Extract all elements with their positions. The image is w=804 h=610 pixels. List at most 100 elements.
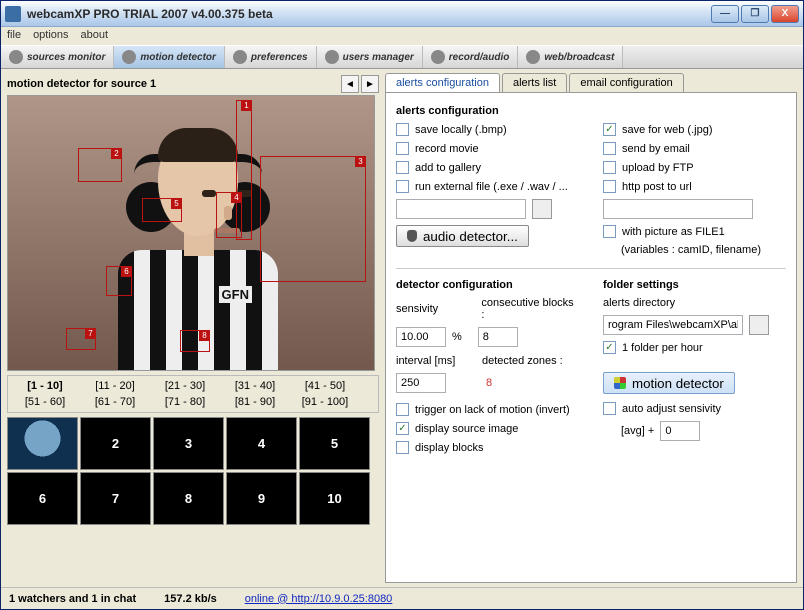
range-option[interactable]: [11 - 20] (80, 378, 150, 394)
maximize-button[interactable]: ❐ (741, 5, 769, 23)
chk-with-picture[interactable] (603, 225, 616, 238)
chk-display-source[interactable]: ✓ (396, 422, 409, 435)
avg-input[interactable] (660, 421, 700, 441)
chk-folder-per-hour[interactable]: ✓ (603, 341, 616, 354)
zone-number: 7 (85, 328, 96, 339)
tab-email-config[interactable]: email configuration (569, 73, 683, 92)
detection-zone[interactable]: 5 (142, 198, 182, 222)
chk-save-web[interactable]: ✓ (603, 123, 616, 136)
prev-source-button[interactable]: ◄ (341, 75, 359, 93)
detected-zones-value: 8 (486, 377, 492, 389)
app-window: webcamXP PRO TRIAL 2007 v4.00.375 beta —… (0, 0, 804, 610)
detection-zone[interactable]: 4 (216, 192, 242, 238)
right-pane: alerts configuration alerts list email c… (385, 73, 797, 583)
thumbnail[interactable]: 4 (226, 417, 297, 470)
thumbnail[interactable]: 5 (299, 417, 370, 470)
motion-detector-button[interactable]: motion detector (603, 372, 735, 394)
toolbar: sources monitor motion detector preferen… (1, 45, 803, 69)
chk-auto-adjust[interactable] (603, 402, 616, 415)
chk-display-blocks[interactable] (396, 441, 409, 454)
audio-detector-button[interactable]: audio detector... (396, 225, 529, 247)
chk-upload-ftp[interactable] (603, 161, 616, 174)
browse-dir-button[interactable] (749, 315, 769, 335)
close-button[interactable]: X (771, 5, 799, 23)
gear-icon (233, 50, 247, 64)
interval-input[interactable] (396, 373, 446, 393)
monitor-icon (9, 50, 23, 64)
tool-motion[interactable]: motion detector (114, 46, 225, 68)
motion-icon (122, 50, 136, 64)
thumbnail[interactable]: 8 (153, 472, 224, 525)
tool-sources[interactable]: sources monitor (1, 46, 114, 68)
chk-http-post[interactable] (603, 180, 616, 193)
shirt-text: GFN (219, 286, 252, 303)
alerts-heading: alerts configuration (396, 105, 786, 117)
chk-add-gallery[interactable] (396, 161, 409, 174)
tab-alerts-config[interactable]: alerts configuration (385, 73, 500, 92)
detection-zone[interactable]: 2 (78, 148, 122, 182)
detector-heading: detector configuration (396, 279, 579, 291)
range-option[interactable]: [31 - 40] (220, 378, 290, 394)
menu-file[interactable]: file (7, 29, 21, 43)
consecutive-blocks-input[interactable] (478, 327, 518, 347)
tabs: alerts configuration alerts list email c… (385, 73, 797, 93)
ext-file-input[interactable] (396, 199, 526, 219)
zone-number: 3 (355, 156, 366, 167)
range-option[interactable]: [61 - 70] (80, 394, 150, 410)
tab-alerts-list[interactable]: alerts list (502, 73, 567, 92)
tool-web[interactable]: web/broadcast (518, 46, 623, 68)
window-title: webcamXP PRO TRIAL 2007 v4.00.375 beta (27, 7, 709, 21)
range-option[interactable]: [21 - 30] (150, 378, 220, 394)
titlebar: webcamXP PRO TRIAL 2007 v4.00.375 beta —… (1, 1, 803, 27)
range-option[interactable]: [1 - 10] (10, 378, 80, 394)
users-icon (325, 50, 339, 64)
range-option[interactable]: [91 - 100] (290, 394, 360, 410)
chk-save-local[interactable] (396, 123, 409, 136)
thumbnail[interactable]: 9 (226, 472, 297, 525)
chk-record-movie[interactable] (396, 142, 409, 155)
thumbnail[interactable]: 7 (80, 472, 151, 525)
http-url-input[interactable] (603, 199, 753, 219)
tool-users[interactable]: users manager (317, 46, 423, 68)
range-option[interactable]: [51 - 60] (10, 394, 80, 410)
detection-zone[interactable]: 6 (106, 266, 132, 296)
thumbnail[interactable]: 6 (7, 472, 78, 525)
menu-about[interactable]: about (81, 29, 109, 43)
app-icon (5, 6, 21, 22)
record-icon (431, 50, 445, 64)
status-bar: 1 watchers and 1 in chat 157.2 kb/s onli… (1, 587, 803, 609)
chk-send-email[interactable] (603, 142, 616, 155)
status-speed: 157.2 kb/s (164, 593, 217, 605)
chk-run-ext[interactable] (396, 180, 409, 193)
tool-record[interactable]: record/audio (423, 46, 519, 68)
menu-options[interactable]: options (33, 29, 68, 43)
thumbnail[interactable]: 2 (80, 417, 151, 470)
detection-zone[interactable]: 3 (260, 156, 366, 282)
status-online-link[interactable]: online @ http://10.9.0.25:8080 (245, 593, 795, 605)
zone-number: 5 (171, 198, 182, 209)
status-watchers: 1 watchers and 1 in chat (9, 593, 136, 605)
tool-prefs[interactable]: preferences (225, 46, 317, 68)
zone-number: 8 (199, 330, 210, 341)
left-pane: motion detector for source 1 ◄ ► (7, 73, 379, 583)
next-source-button[interactable]: ► (361, 75, 379, 93)
range-option[interactable]: [41 - 50] (290, 378, 360, 394)
thumbnail[interactable]: 3 (153, 417, 224, 470)
main-body: motion detector for source 1 ◄ ► (1, 69, 803, 587)
detection-zone[interactable]: 7 (66, 328, 96, 350)
alerts-dir-input[interactable] (603, 315, 743, 335)
range-option[interactable]: [71 - 80] (150, 394, 220, 410)
browse-ext-button[interactable] (532, 199, 552, 219)
zone-number: 6 (121, 266, 132, 277)
preview-title: motion detector for source 1 (7, 78, 156, 90)
detection-zone[interactable]: 8 (180, 330, 210, 352)
chk-trigger-invert[interactable] (396, 403, 409, 416)
sensivity-input[interactable] (396, 327, 446, 347)
motion-detector-icon (614, 377, 626, 389)
thumbnail[interactable] (7, 417, 78, 470)
range-option[interactable]: [81 - 90] (220, 394, 290, 410)
thumbnail[interactable]: 10 (299, 472, 370, 525)
config-panel: alerts configuration save locally (.bmp)… (385, 93, 797, 583)
video-preview[interactable]: GFN 12345678 (7, 95, 375, 371)
minimize-button[interactable]: — (711, 5, 739, 23)
